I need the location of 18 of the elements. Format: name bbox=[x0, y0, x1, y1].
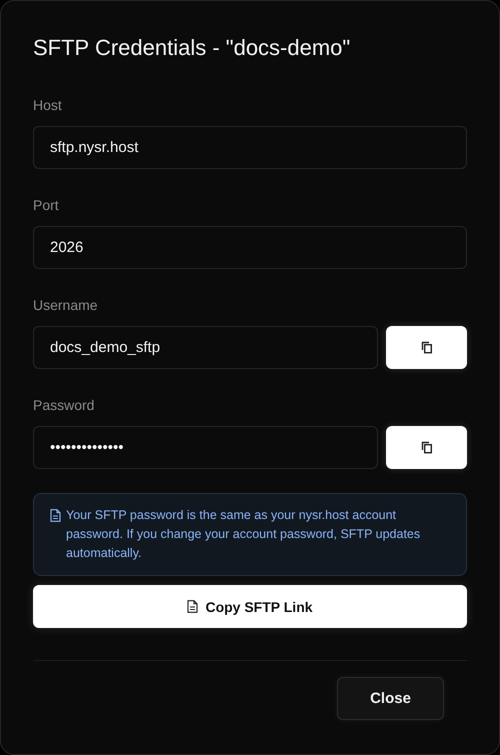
document-icon bbox=[50, 509, 61, 522]
notice-text: Your SFTP password is the same as your nysr.host account password. If you change your account password, SFTP updates automatically. bbox=[66, 507, 422, 562]
input-field[interactable]: docs_demo_sftp bbox=[33, 326, 378, 369]
copy-button[interactable] bbox=[386, 426, 467, 469]
field-label: Port bbox=[33, 196, 60, 214]
input-field[interactable]: 2026 bbox=[33, 226, 467, 269]
input-field[interactable]: •••••••••••••• bbox=[33, 426, 378, 469]
input-field[interactable]: sftp.nysr.host bbox=[33, 126, 467, 169]
copy-icon bbox=[420, 341, 432, 354]
dialog-title: SFTP Credentials - "docs-demo" bbox=[33, 34, 352, 62]
close-button[interactable]: Close bbox=[337, 677, 444, 720]
copy-icon bbox=[420, 441, 432, 454]
field-label: Username bbox=[33, 296, 99, 314]
copy-button[interactable] bbox=[386, 326, 467, 369]
copy-link-button[interactable]: Copy SFTP Link bbox=[33, 585, 467, 628]
field-label: Host bbox=[33, 96, 63, 114]
field-label: Password bbox=[33, 396, 96, 414]
document-icon bbox=[187, 600, 198, 613]
